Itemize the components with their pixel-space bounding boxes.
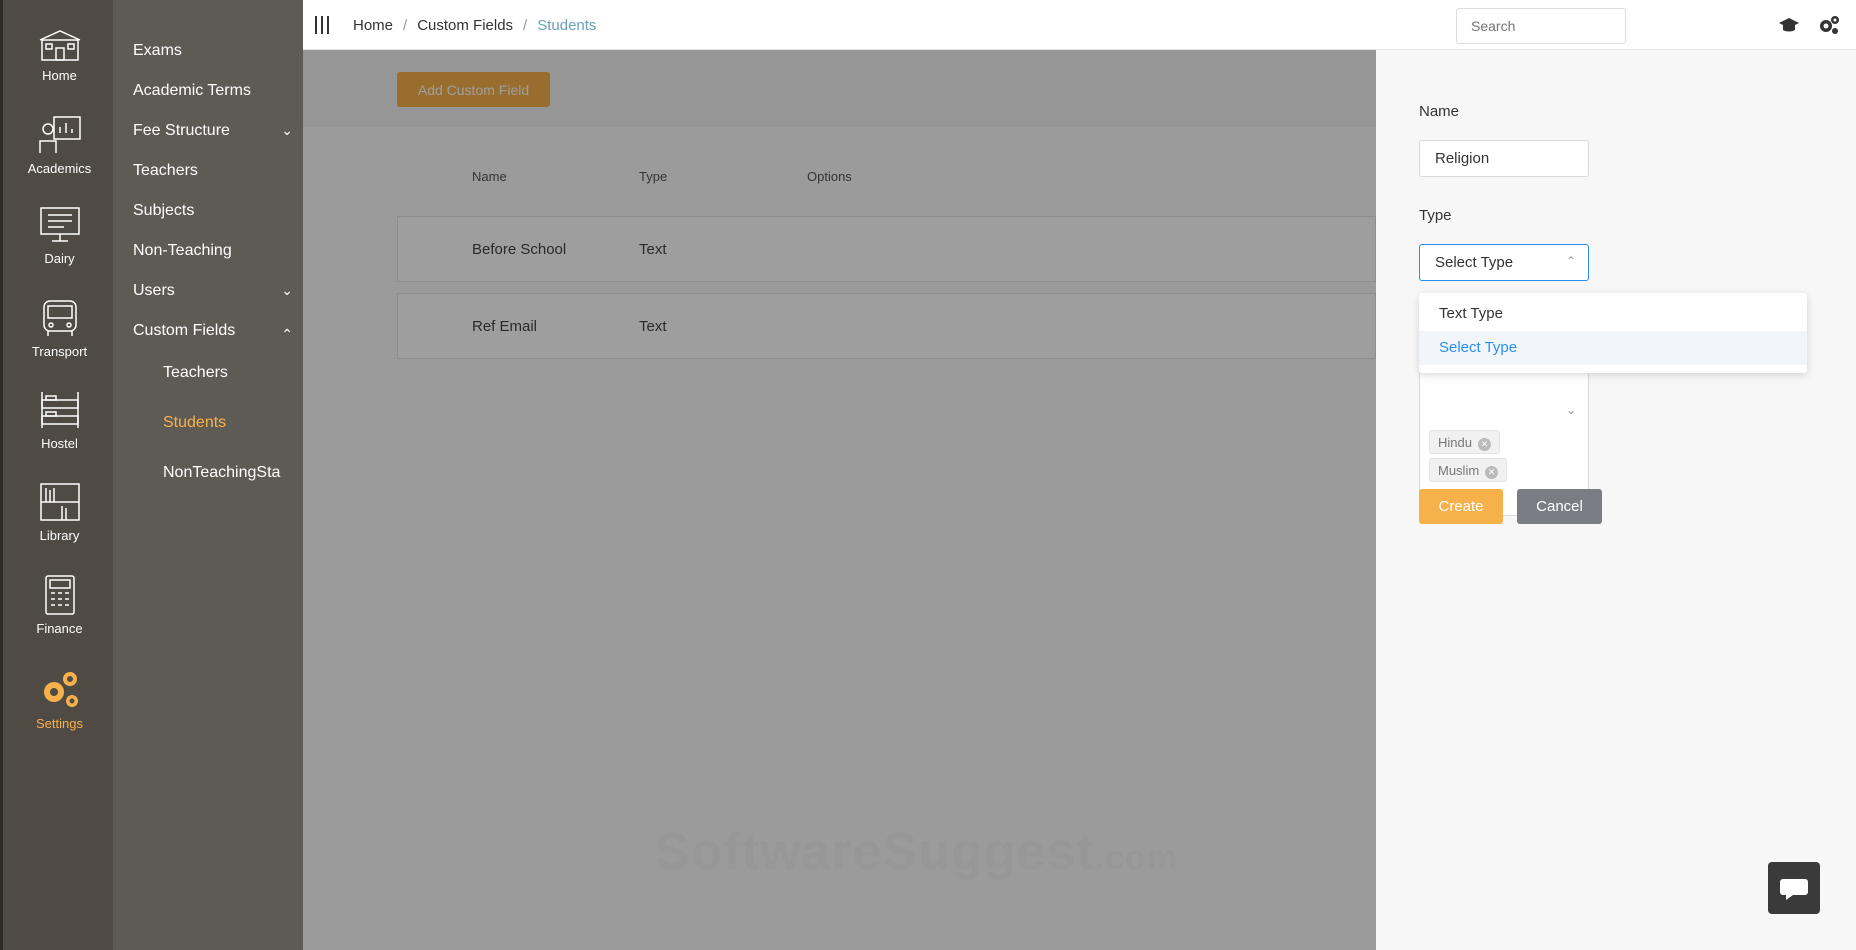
breadcrumb: Home / Custom Fields / Students	[353, 17, 597, 34]
remove-tag-icon[interactable]: ✕	[1477, 438, 1491, 451]
rail-label: Dairy	[44, 251, 75, 266]
chevron-up-icon: ⌃	[281, 326, 293, 342]
rail-label: Finance	[36, 621, 83, 636]
watermark-suffix: .com	[1094, 839, 1179, 877]
rail-label: Settings	[36, 716, 83, 731]
menu-item-non-teaching[interactable]: Non-Teaching	[133, 242, 293, 260]
rail-item-library[interactable]: Library	[3, 482, 116, 543]
settings-menu: Exams Academic Terms Fee Structure ⌄ Tea…	[113, 0, 303, 950]
menu-toggle-icon[interactable]	[313, 15, 331, 35]
option-tag: Muslim ✕	[1429, 458, 1508, 482]
menu-item-users[interactable]: Users ⌄	[133, 282, 293, 300]
school-building-icon	[39, 30, 80, 61]
type-label: Type	[1419, 207, 1452, 224]
bunk-bed-icon	[40, 392, 79, 428]
gears-icon	[43, 672, 78, 707]
watermark-text: SoftwareSuggest	[655, 823, 1095, 881]
type-select-value: Select Type	[1435, 254, 1514, 271]
rail-label: Home	[42, 68, 77, 83]
menu-item-custom-fields[interactable]: Custom Fields ⌃	[133, 322, 293, 342]
bookshelf-icon	[39, 483, 80, 521]
type-select[interactable]: Select Type ⌃	[1419, 244, 1589, 281]
rail-item-home[interactable]: Home	[3, 28, 116, 83]
top-bar: Home / Custom Fields / Students	[303, 0, 1856, 50]
computer-diary-icon	[39, 207, 80, 242]
chevron-up-icon: ⌃	[1565, 254, 1576, 268]
name-label: Name	[1419, 103, 1460, 120]
rail-item-dairy[interactable]: Dairy	[3, 205, 116, 266]
chevron-down-icon: ⌄	[281, 122, 293, 138]
settings-gears-icon[interactable]	[1818, 15, 1840, 35]
modal-backdrop[interactable]	[303, 50, 1376, 950]
chat-bubble-icon	[1780, 879, 1808, 900]
dropdown-option-select-type[interactable]: Select Type	[1419, 331, 1807, 365]
remove-tag-icon[interactable]: ✕	[1485, 466, 1499, 479]
create-button[interactable]: Create	[1419, 489, 1503, 524]
rail-label: Academics	[27, 161, 92, 176]
menu-item-subjects[interactable]: Subjects	[133, 202, 293, 220]
menu-item-label: Users	[133, 282, 175, 299]
icon-rail: Home Academics Dairy Transport Hostel Li…	[0, 0, 113, 950]
watermark: SoftwareSuggest.com	[655, 822, 1178, 882]
submenu-item-nonteaching[interactable]: NonTeachingSta	[163, 464, 303, 482]
menu-item-label: Custom Fields	[133, 322, 236, 339]
rail-item-settings[interactable]: Settings	[3, 670, 116, 731]
option-tag-label: Hindu	[1438, 435, 1472, 450]
graduation-cap-icon[interactable]	[1778, 15, 1800, 35]
breadcrumb-home[interactable]: Home	[353, 17, 393, 34]
type-dropdown-menu: Text Type Select Type	[1419, 293, 1807, 373]
breadcrumb-custom-fields[interactable]: Custom Fields	[417, 17, 513, 34]
menu-item-teachers[interactable]: Teachers	[133, 162, 293, 180]
submenu-item-students[interactable]: Students	[163, 414, 303, 432]
rail-label: Transport	[31, 344, 88, 359]
rail-item-academics[interactable]: Academics	[3, 115, 116, 176]
breadcrumb-current: Students	[537, 17, 597, 34]
menu-item-exams[interactable]: Exams	[133, 42, 293, 60]
rail-label: Hostel	[41, 436, 78, 451]
rail-item-hostel[interactable]: Hostel	[3, 390, 116, 451]
chevron-down-icon: ⌄	[281, 282, 293, 298]
rail-label: Library	[39, 528, 80, 543]
calculator-icon	[44, 575, 75, 615]
custom-field-drawer: Name Religion Type Select Type ⌃ Hindu ✕ …	[1376, 50, 1856, 950]
menu-item-label: Fee Structure	[133, 122, 230, 139]
chat-widget-button[interactable]	[1768, 862, 1820, 914]
bus-icon	[42, 300, 77, 336]
rail-item-transport[interactable]: Transport	[3, 298, 116, 359]
dropdown-option-text-type[interactable]: Text Type	[1419, 297, 1807, 331]
cancel-button[interactable]: Cancel	[1517, 489, 1602, 524]
name-input[interactable]: Religion	[1419, 140, 1589, 177]
chevron-down-icon: ⌄	[1565, 403, 1576, 417]
search-input[interactable]	[1456, 8, 1626, 44]
teacher-board-icon	[38, 116, 81, 153]
option-tag-label: Muslim	[1438, 463, 1480, 478]
option-tag: Hindu ✕	[1429, 430, 1500, 454]
menu-item-academic-terms[interactable]: Academic Terms	[133, 82, 293, 100]
rail-item-finance[interactable]: Finance	[3, 575, 116, 636]
submenu-item-teachers[interactable]: Teachers	[163, 364, 303, 382]
menu-item-fee-structure[interactable]: Fee Structure ⌄	[133, 122, 293, 140]
